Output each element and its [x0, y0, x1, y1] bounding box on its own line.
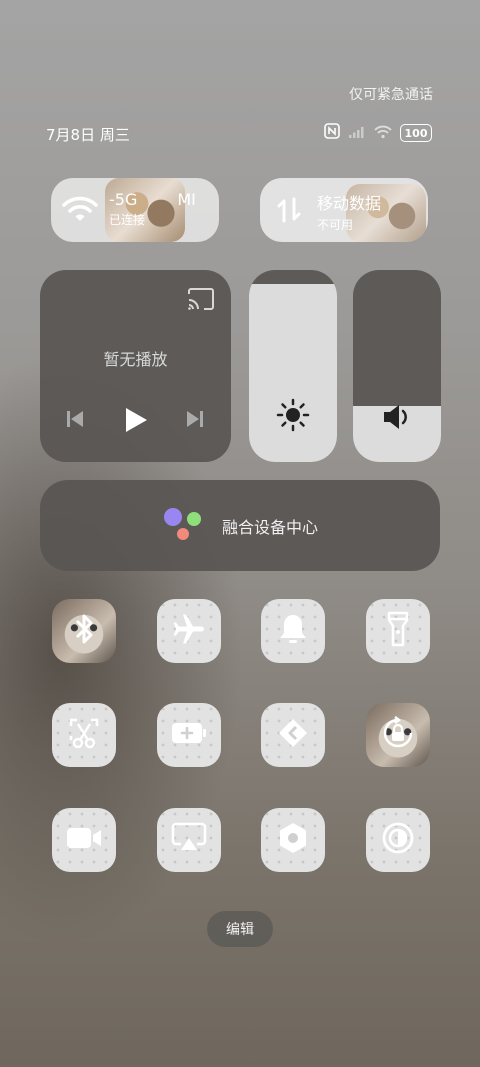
screen-record-toggle[interactable] [52, 808, 116, 872]
bluetooth-icon [70, 611, 98, 651]
date-label: 7月8日 周三 [46, 126, 130, 144]
volume-slider[interactable] [353, 270, 441, 462]
next-track-icon[interactable] [185, 409, 205, 433]
bell-icon [277, 612, 309, 650]
contrast-icon [381, 821, 415, 859]
brightness-slider[interactable] [249, 270, 337, 462]
flashlight-icon [386, 611, 410, 651]
media-status: 暂无播放 [103, 350, 168, 369]
bluetooth-toggle[interactable] [52, 599, 116, 663]
wifi-status-icon [374, 124, 392, 143]
video-camera-icon [65, 825, 103, 855]
edit-button[interactable]: 编辑 [207, 911, 273, 947]
speaker-icon [381, 402, 413, 436]
settings-toggle[interactable] [261, 808, 325, 872]
nearby-share-toggle[interactable] [261, 703, 325, 767]
previous-track-icon[interactable] [65, 409, 85, 433]
emergency-call-status: 仅可紧急通话 [349, 87, 433, 103]
cast-icon[interactable] [187, 288, 215, 314]
signal-icon [348, 124, 366, 143]
airplane-icon [172, 612, 206, 650]
battery-saver-icon [170, 720, 208, 750]
sound-mode-toggle[interactable] [261, 599, 325, 663]
battery-saver-toggle[interactable] [157, 703, 221, 767]
battery-icon: 100 [400, 124, 432, 142]
settings-hex-icon [276, 821, 310, 859]
status-icons: 100 [324, 123, 432, 143]
wifi-status: 已连接 [109, 213, 146, 227]
fusion-device-center[interactable]: 融合设备中心 [40, 480, 440, 571]
fusion-label: 融合设备中心 [221, 517, 318, 537]
screenshot-scissors-icon [67, 716, 101, 754]
rotation-lock-toggle[interactable] [366, 703, 430, 767]
media-player-card[interactable]: 暂无播放 [40, 270, 231, 462]
wifi-ssid: -5G MI [109, 190, 196, 209]
wifi-tile[interactable]: -5G MI 已连接 [51, 178, 219, 242]
screenshot-toggle[interactable] [52, 703, 116, 767]
brightness-sun-icon [276, 398, 310, 436]
flashlight-toggle[interactable] [366, 599, 430, 663]
wifi-icon [62, 195, 98, 229]
rotation-lock-icon [381, 716, 415, 754]
nfc-icon [324, 123, 340, 143]
data-arrows-icon [274, 195, 304, 229]
screen-cast-icon [171, 822, 207, 858]
screen-cast-toggle[interactable] [157, 808, 221, 872]
fusion-dots-icon [162, 506, 204, 546]
mobile-data-tile[interactable]: 移动数据 不可用 [260, 178, 428, 242]
mobile-data-status: 不可用 [317, 218, 354, 232]
play-icon[interactable] [123, 406, 149, 438]
airplane-mode-toggle[interactable] [157, 599, 221, 663]
nearby-share-icon [276, 716, 310, 754]
contrast-toggle[interactable] [366, 808, 430, 872]
mobile-data-title: 移动数据 [317, 194, 382, 213]
